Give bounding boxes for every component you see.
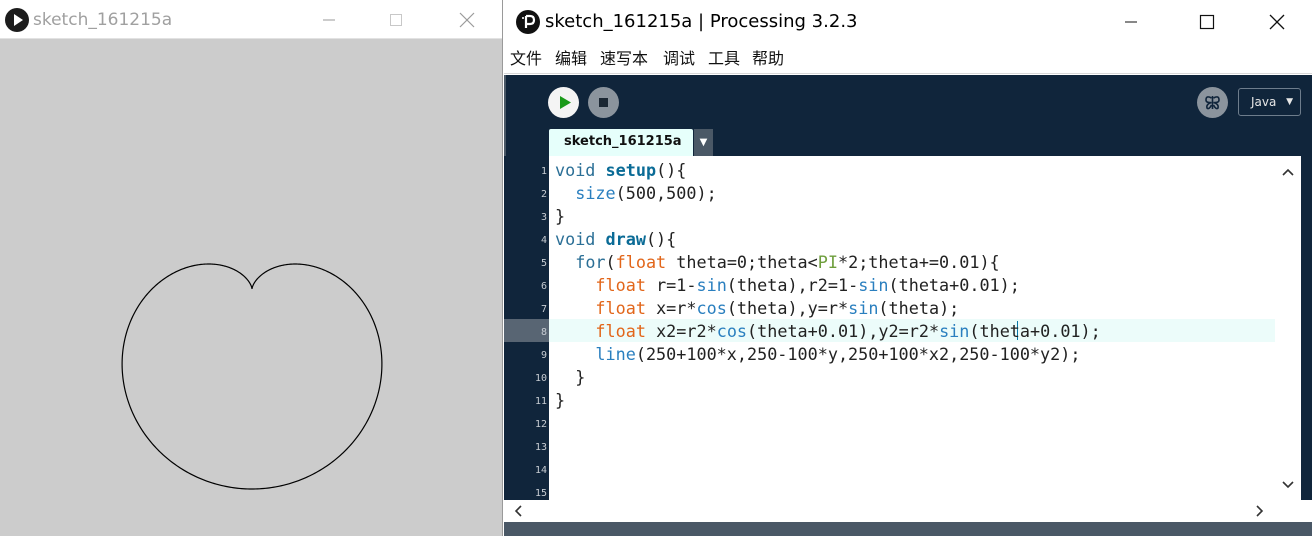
sketch-maximize-button[interactable] <box>373 0 419 39</box>
line-number: 5 <box>540 258 547 269</box>
line-number-gutter: 1 2 3 4 5 6 7 8 9 10 11 12 13 14 15 <box>504 156 549 500</box>
sketch-window-title: sketch_161215a <box>33 10 173 30</box>
processing-sketch-icon <box>5 8 29 32</box>
chevron-down-icon[interactable] <box>1279 476 1297 494</box>
line-number: 7 <box>540 304 547 315</box>
sketch-titlebar[interactable]: sketch_161215a <box>0 0 502 39</box>
line-number: 2 <box>540 189 547 200</box>
line-number: 12 <box>534 419 547 430</box>
ide-close-button[interactable] <box>1254 0 1300 44</box>
menu-debug[interactable]: 调试 <box>663 48 695 70</box>
line-number: 9 <box>540 350 547 361</box>
line-number: 1 <box>540 166 547 177</box>
tab-bar: sketch_161215a ▼ <box>504 129 1312 156</box>
ide-titlebar[interactable]: sketch_161215a | Processing 3.2.3 <box>504 0 1312 44</box>
code-line: } <box>555 390 566 410</box>
tab-label: sketch_161215a <box>564 134 682 149</box>
chevron-left-icon[interactable] <box>509 502 527 520</box>
sketch-window: sketch_161215a <box>0 0 503 536</box>
cardioid-drawing <box>121 263 383 490</box>
sketch-close-button[interactable] <box>444 0 490 39</box>
status-bar <box>504 522 1312 536</box>
ide-window-title: sketch_161215a | Processing 3.2.3 <box>545 11 858 32</box>
mode-selector[interactable]: Java ▼ <box>1238 88 1301 116</box>
vertical-scrollbar[interactable] <box>1275 156 1301 500</box>
code-line: } <box>555 367 586 387</box>
stop-button[interactable] <box>588 87 619 118</box>
code-line: float r=1-sin(theta),r2=1-sin(theta+0.01… <box>595 275 1020 295</box>
code-line: void draw(){ <box>555 229 677 249</box>
cardioid-curve <box>121 263 383 490</box>
code-line: } <box>555 206 566 226</box>
sketch-minimize-button[interactable] <box>306 0 352 39</box>
chevron-up-icon[interactable] <box>1279 163 1297 181</box>
chevron-right-icon[interactable] <box>1251 502 1269 520</box>
tab-sketch[interactable]: sketch_161215a <box>549 129 693 156</box>
editor-right-strip <box>1301 156 1312 500</box>
code-editor[interactable]: void setup(){ size(500,500);} void draw()… <box>549 156 1275 500</box>
menu-sketch[interactable]: 速写本 <box>600 48 648 70</box>
line-number: 15 <box>534 488 547 499</box>
play-icon <box>560 96 571 109</box>
line-number: 11 <box>534 396 547 407</box>
ide-window: sketch_161215a | Processing 3.2.3 文件 编辑 … <box>504 0 1312 536</box>
code-line: line(250+100*x,250-100*y,250+100*x2,250-… <box>595 344 1081 364</box>
ide-minimize-button[interactable] <box>1108 0 1154 44</box>
menu-tools[interactable]: 工具 <box>708 48 740 70</box>
line-number: 6 <box>540 281 547 292</box>
code-line: void setup(){ <box>555 160 687 180</box>
code-line: size(500,500); <box>575 183 717 203</box>
debugger-button[interactable] <box>1197 87 1228 118</box>
line-number: 4 <box>540 235 547 246</box>
toolbar: Java ▼ <box>504 75 1312 129</box>
code-line: for(float theta=0;theta<PI*2;theta+=0.01… <box>575 252 1000 272</box>
menu-file[interactable]: 文件 <box>510 48 542 70</box>
line-number: 10 <box>534 373 547 384</box>
menu-bar: 文件 编辑 速写本 调试 工具 帮助 <box>504 44 1312 74</box>
mode-label: Java <box>1251 95 1277 109</box>
code-line: float x=r*cos(theta),y=r*sin(theta); <box>595 298 960 318</box>
line-number: 14 <box>534 465 547 476</box>
line-number: 3 <box>540 212 547 223</box>
run-button[interactable] <box>548 87 579 118</box>
debugger-butterfly-icon <box>1205 96 1220 110</box>
line-number: 13 <box>534 442 547 453</box>
line-number: 8 <box>540 327 547 338</box>
ide-maximize-button[interactable] <box>1184 0 1230 44</box>
sketch-canvas <box>2 39 502 536</box>
processing-logo-icon <box>516 10 540 34</box>
menu-edit[interactable]: 编辑 <box>555 48 587 70</box>
code-line: float x2=r2*cos(theta+0.01),y2=r2*sin(th… <box>595 321 1101 341</box>
menu-help[interactable]: 帮助 <box>752 48 784 70</box>
stop-icon <box>599 98 608 107</box>
tab-menu-button[interactable]: ▼ <box>694 129 713 156</box>
horizontal-scrollbar[interactable] <box>504 500 1312 522</box>
chevron-down-icon: ▼ <box>1286 97 1293 107</box>
